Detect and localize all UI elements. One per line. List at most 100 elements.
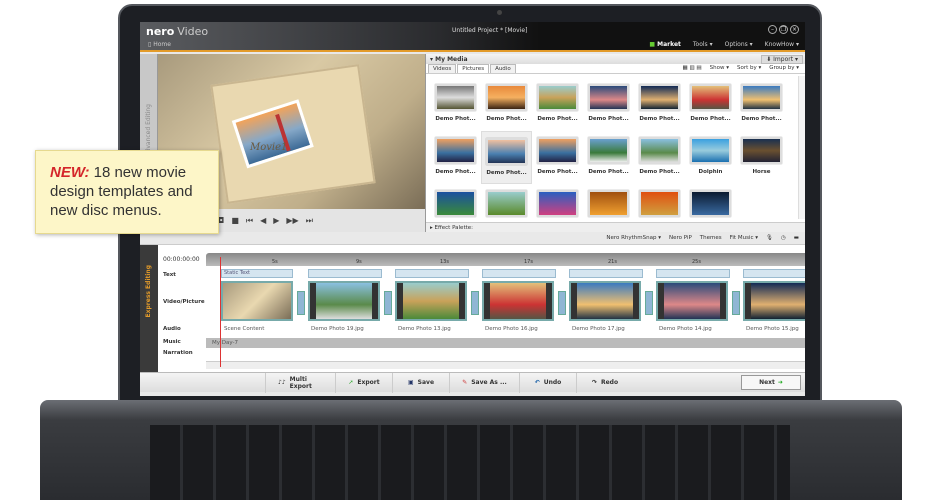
thumbnail-label: Demo Phot... bbox=[588, 116, 629, 122]
effect-palette-toggle[interactable]: ▸ Effect Palette: bbox=[426, 222, 805, 232]
close-icon[interactable]: × bbox=[790, 25, 799, 34]
time-ruler[interactable]: 5s 9s 13s 17s 21s 25s bbox=[206, 253, 805, 266]
thumbnail-image bbox=[639, 137, 680, 164]
media-thumbnail[interactable]: Demo Phot... bbox=[430, 78, 481, 131]
media-thumbnail[interactable]: Demo Phot... bbox=[532, 78, 583, 131]
stop-icon[interactable]: ■ bbox=[231, 216, 239, 225]
sort-dropdown[interactable]: Sort by ▾ bbox=[737, 65, 761, 71]
text-clip[interactable] bbox=[569, 269, 643, 278]
fit-music-button[interactable]: Fit Music ▾ bbox=[730, 235, 758, 241]
media-scrollbar[interactable] bbox=[798, 76, 805, 219]
media-thumbnail[interactable]: Demo Phot... bbox=[583, 131, 634, 184]
media-grid: Demo Phot... Demo Phot... Demo Phot... Demo… bbox=[430, 78, 792, 237]
minimize-icon[interactable]: – bbox=[768, 25, 777, 34]
redo-button[interactable]: ↷ Redo bbox=[576, 372, 633, 393]
prev-icon[interactable]: ⏮ bbox=[246, 216, 253, 226]
media-thumbnail[interactable]: Dolphin bbox=[685, 131, 736, 184]
thumbnail-image bbox=[690, 190, 731, 217]
save-as-button[interactable]: ✎ Save As ... bbox=[449, 372, 519, 393]
play-icon[interactable]: ▶ bbox=[273, 216, 279, 225]
video-clip[interactable] bbox=[221, 281, 293, 321]
back-icon[interactable]: ◀ bbox=[260, 216, 266, 225]
row-label-narration: Narration bbox=[163, 350, 193, 356]
video-clip[interactable] bbox=[656, 281, 728, 321]
media-thumbnail[interactable]: Demo Phot... bbox=[634, 131, 685, 184]
thumbnail-label: Demo Phot... bbox=[690, 116, 731, 122]
menu-knowhow[interactable]: KnowHow ▾ bbox=[765, 41, 799, 48]
media-thumbnail[interactable]: Demo Phot... bbox=[481, 78, 532, 131]
transition[interactable] bbox=[558, 291, 566, 315]
video-clip[interactable] bbox=[569, 281, 641, 321]
row-label-music: Music bbox=[163, 339, 181, 345]
export-button[interactable]: ➚ Export bbox=[335, 372, 392, 393]
media-thumbnail[interactable]: Demo Phot... bbox=[532, 131, 583, 184]
next-button[interactable]: Next ➜ bbox=[741, 375, 801, 390]
menu-tools[interactable]: Tools ▾ bbox=[693, 41, 713, 48]
thumbnail-label: Demo Phot... bbox=[639, 169, 680, 175]
thumbnail-label: Horse bbox=[752, 169, 771, 175]
timeline-toolbar: Nero RhythmSnap ▾ Nero PiP Themes Fit Mu… bbox=[140, 232, 805, 245]
row-label-video: Video/Picture bbox=[163, 299, 205, 305]
tab-pictures[interactable]: Pictures bbox=[457, 64, 490, 73]
rhythmsnap-button[interactable]: Nero RhythmSnap ▾ bbox=[606, 235, 661, 241]
themes-button[interactable]: Themes bbox=[700, 235, 722, 241]
video-clip[interactable] bbox=[743, 281, 805, 321]
view-mode-icon[interactable]: ▦ ▥ ▤ bbox=[683, 65, 702, 71]
media-thumbnail[interactable]: Demo Phot... bbox=[583, 78, 634, 131]
thumbnail-label: Demo Phot... bbox=[486, 170, 527, 176]
media-thumbnail[interactable]: Demo Phot... bbox=[430, 131, 481, 184]
transition[interactable] bbox=[732, 291, 740, 315]
my-media-header[interactable]: ▾ My Media bbox=[430, 56, 468, 63]
music-clip[interactable]: My Day-7 bbox=[206, 338, 805, 348]
app-logo: nero Video bbox=[146, 25, 209, 38]
next-icon[interactable]: ⏭ bbox=[306, 216, 313, 226]
thumbnail-label: Demo Phot... bbox=[435, 116, 476, 122]
restore-icon[interactable]: ❐ bbox=[779, 25, 788, 34]
disc-icon[interactable]: ▬ bbox=[794, 235, 799, 241]
thumbnail-image bbox=[741, 84, 782, 111]
tab-audio[interactable]: Audio bbox=[490, 64, 516, 73]
menu-options[interactable]: Options ▾ bbox=[725, 41, 753, 48]
clip-name: Demo Photo 16.jpg bbox=[485, 326, 538, 332]
preview-caption: Movie1 bbox=[250, 142, 288, 153]
media-thumbnail[interactable]: Demo Phot... bbox=[736, 78, 787, 131]
text-clip[interactable]: Static Text bbox=[221, 269, 293, 278]
transition[interactable] bbox=[645, 291, 653, 315]
media-thumbnail[interactable]: Demo Phot... bbox=[685, 78, 736, 131]
ruler-tick: 21s bbox=[608, 259, 617, 265]
media-thumbnail[interactable]: Demo Phot... bbox=[481, 131, 532, 184]
arrow-right-icon: ➜ bbox=[777, 379, 783, 386]
video-clip[interactable] bbox=[395, 281, 467, 321]
transition[interactable] bbox=[471, 291, 479, 315]
video-clip[interactable] bbox=[482, 281, 554, 321]
timer-icon[interactable]: ◷ bbox=[781, 235, 786, 241]
row-label-text: Text bbox=[163, 272, 176, 278]
text-clip[interactable] bbox=[743, 269, 805, 278]
keyboard bbox=[150, 425, 790, 500]
import-button[interactable]: ⬇ Import ▾ bbox=[761, 55, 803, 64]
timeline-scrollbar[interactable] bbox=[206, 361, 805, 369]
text-clip[interactable] bbox=[395, 269, 469, 278]
text-clip[interactable] bbox=[308, 269, 382, 278]
express-editing-tab[interactable]: Express Editing bbox=[140, 245, 158, 372]
undo-button[interactable]: ↶ Undo bbox=[519, 372, 576, 393]
save-button[interactable]: ▣ Save bbox=[392, 372, 449, 393]
thumbnail-image bbox=[690, 137, 731, 164]
home-link[interactable]: ▯ Home bbox=[148, 41, 171, 48]
text-clip[interactable] bbox=[656, 269, 730, 278]
thumbnail-label: Dolphin bbox=[698, 169, 723, 175]
media-thumbnail[interactable]: Horse bbox=[736, 131, 787, 184]
menu-market[interactable]: ■ Market bbox=[649, 41, 681, 48]
transition[interactable] bbox=[297, 291, 305, 315]
video-clip[interactable] bbox=[308, 281, 380, 321]
tab-videos[interactable]: Videos bbox=[428, 64, 457, 73]
forward-icon[interactable]: ▶▶ bbox=[286, 216, 298, 225]
pip-button[interactable]: Nero PiP bbox=[669, 235, 692, 241]
text-clip[interactable] bbox=[482, 269, 556, 278]
show-dropdown[interactable]: Show ▾ bbox=[710, 65, 729, 71]
media-thumbnail[interactable]: Demo Phot... bbox=[634, 78, 685, 131]
group-dropdown[interactable]: Group by ▾ bbox=[769, 65, 799, 71]
transition[interactable] bbox=[384, 291, 392, 315]
multi-export-button[interactable]: ♪♪ Multi Export bbox=[265, 372, 335, 393]
microphone-icon[interactable]: 🎙 bbox=[766, 235, 773, 241]
